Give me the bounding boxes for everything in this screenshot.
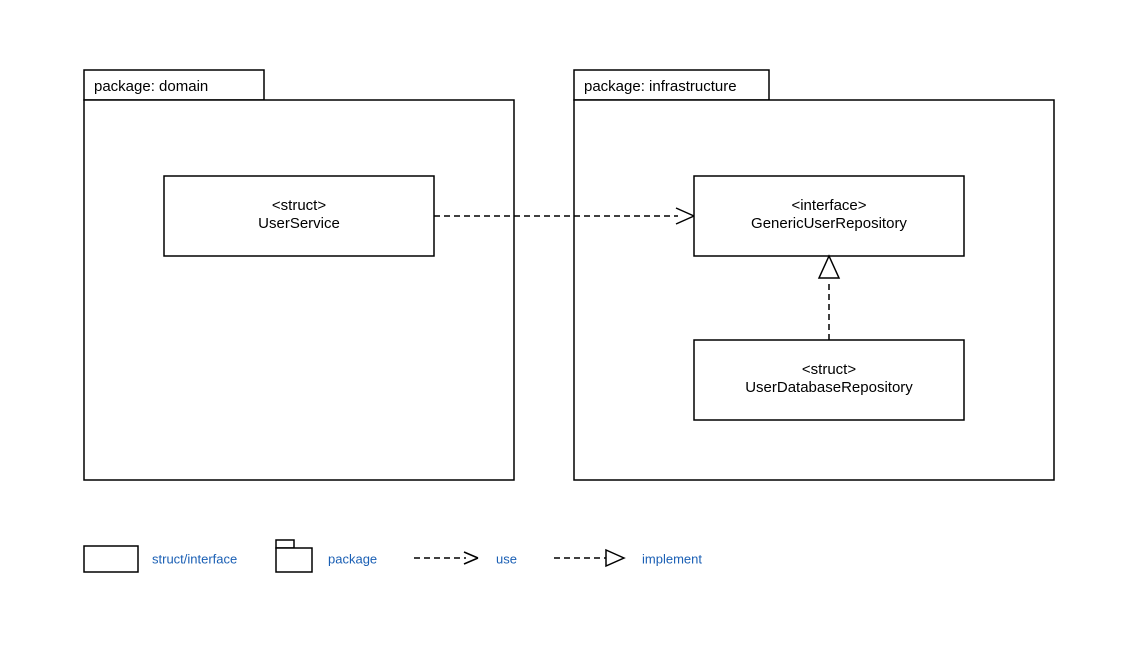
node-user-database-repository-name: UserDatabaseRepository [745, 379, 913, 396]
node-user-service: <struct> UserService [164, 176, 434, 256]
node-generic-user-repository-name: GenericUserRepository [751, 215, 907, 232]
legend-use-icon [414, 552, 478, 564]
node-user-database-repository: <struct> UserDatabaseRepository [694, 340, 964, 420]
node-user-service-stereotype: <struct> [272, 197, 326, 214]
legend: struct/interface package use implement [84, 540, 702, 572]
package-infrastructure-label: package: infrastructure [584, 78, 737, 95]
legend-struct-interface-label: struct/interface [152, 551, 237, 566]
node-user-service-name: UserService [258, 215, 340, 232]
legend-struct-interface-icon [84, 546, 138, 572]
node-generic-user-repository-stereotype: <interface> [791, 197, 866, 214]
node-generic-user-repository: <interface> GenericUserRepository [694, 176, 964, 256]
legend-implement-icon [554, 550, 624, 566]
legend-package-icon [276, 540, 312, 572]
node-user-database-repository-stereotype: <struct> [802, 361, 856, 378]
uml-diagram: package: domain package: infrastructure … [0, 0, 1146, 659]
legend-use-label: use [496, 551, 517, 566]
package-domain: package: domain [84, 70, 514, 480]
package-domain-label: package: domain [94, 78, 208, 95]
legend-implement-label: implement [642, 551, 702, 566]
legend-package-label: package [328, 551, 377, 566]
